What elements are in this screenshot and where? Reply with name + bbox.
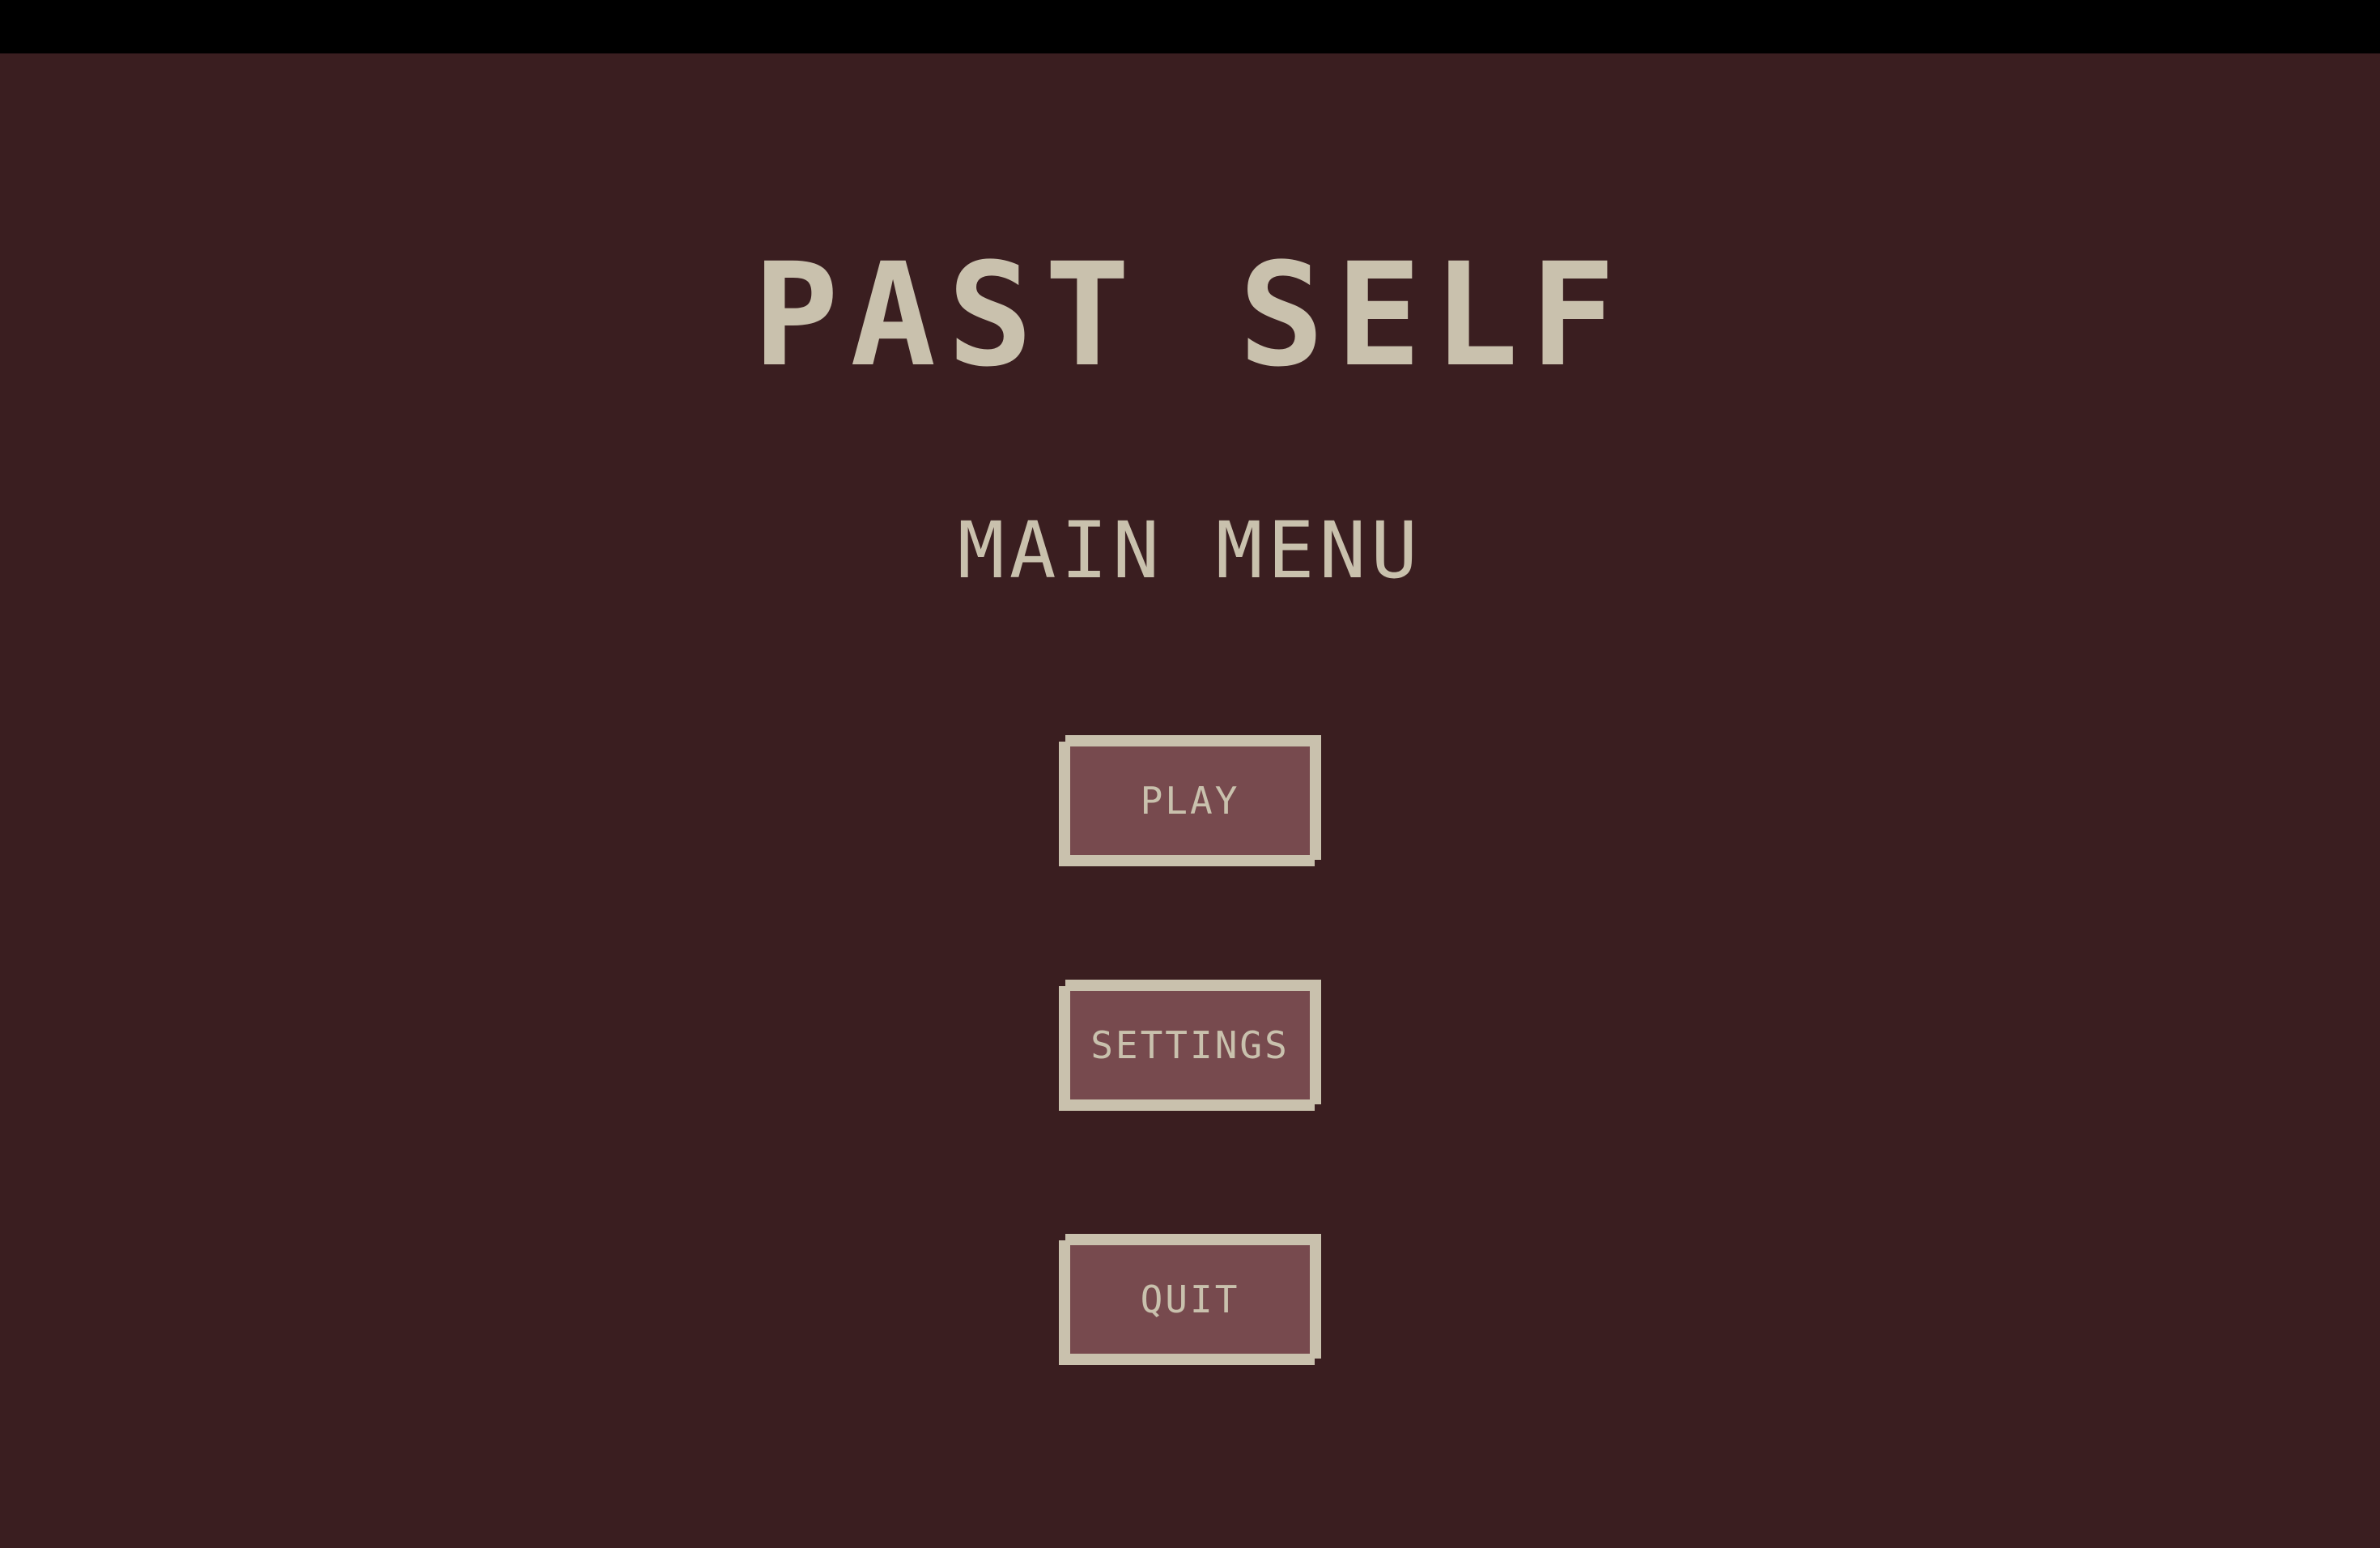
play-button-label: PLAY: [1140, 779, 1240, 823]
game-window: PAST SELF MAIN MENU PLAY SETTINGS QUIT: [0, 0, 2380, 1548]
play-button[interactable]: PLAY: [1059, 735, 1321, 866]
quit-button[interactable]: QUIT: [1059, 1234, 1321, 1365]
settings-button[interactable]: SETTINGS: [1059, 980, 1321, 1111]
game-title: PAST SELF: [753, 232, 1627, 398]
menu-heading: MAIN MENU: [957, 505, 1423, 596]
quit-button-label: QUIT: [1140, 1278, 1240, 1321]
top-bar: [0, 0, 2380, 53]
settings-button-label: SETTINGS: [1090, 1023, 1290, 1067]
